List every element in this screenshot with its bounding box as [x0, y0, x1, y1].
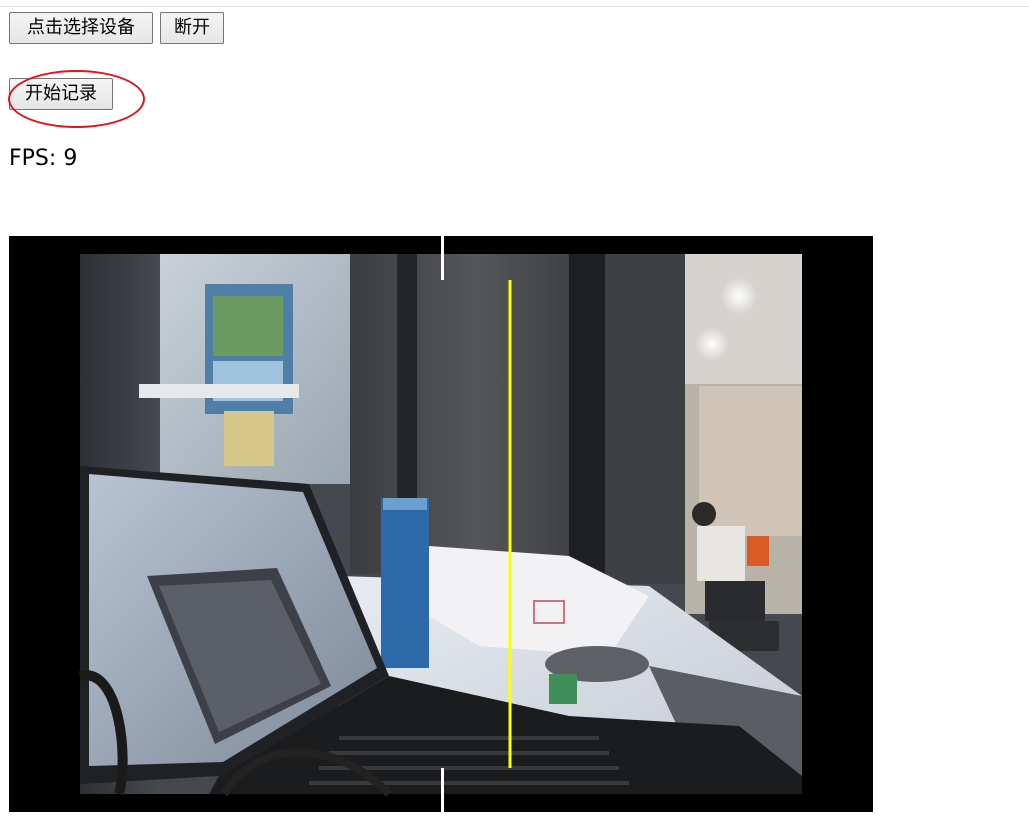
marker-line	[508, 280, 512, 768]
camera-frame	[78, 236, 802, 812]
center-guide-top	[441, 236, 444, 280]
fps-label: FPS:	[9, 146, 57, 171]
start-record-button[interactable]: 开始记录	[9, 78, 113, 110]
camera-image	[78, 254, 802, 797]
fps-value: 9	[63, 146, 78, 171]
disconnect-button[interactable]: 断开	[160, 12, 224, 44]
camera-preview	[9, 236, 873, 812]
select-device-button[interactable]: 点击选择设备	[9, 12, 153, 44]
fps-readout: FPS: 9	[9, 145, 77, 173]
top-divider	[0, 6, 1029, 7]
center-guide-bottom	[441, 768, 444, 812]
